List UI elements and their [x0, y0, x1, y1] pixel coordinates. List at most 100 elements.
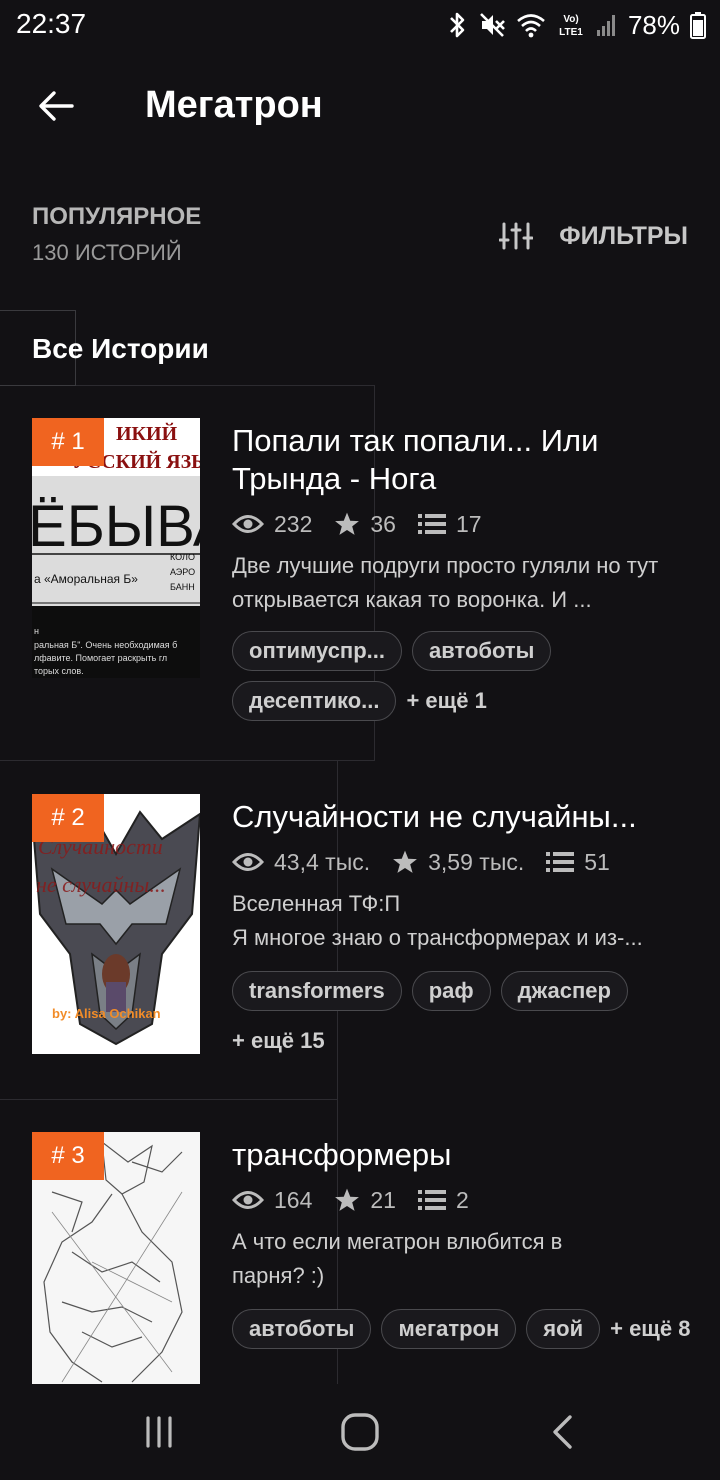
cover-text-quote: а «Аморальная Б» [34, 572, 138, 586]
nav-back-icon [553, 1415, 572, 1449]
story-description-line2: Я многое знаю о трансформерах и из-... [232, 925, 643, 950]
votes-count: 36 [370, 510, 396, 537]
story-cover[interactable]: # 3 [32, 1132, 200, 1384]
back-button[interactable] [30, 82, 82, 130]
stat-votes: 3,59 тыс. [392, 849, 524, 876]
cover-text-side3: БАНН [170, 582, 195, 592]
story-description: Две лучшие подруги просто гуляли но тут … [232, 553, 659, 612]
cover-text-side1: КОЛО [170, 552, 195, 562]
tag-chip[interactable]: transformers [232, 971, 402, 1011]
eye-icon [232, 853, 264, 871]
tag-chip[interactable]: автоботы [412, 631, 552, 671]
votes-count: 3,59 тыс. [428, 848, 525, 875]
bluetooth-icon [450, 12, 465, 38]
tag-chip[interactable]: мегатрон [381, 1309, 517, 1349]
divider [0, 760, 375, 761]
divider [76, 385, 375, 386]
stat-parts: 2 [417, 1186, 469, 1214]
parts-count: 2 [455, 1186, 469, 1213]
filters-label: ФИЛЬТРЫ [559, 221, 688, 250]
section-title[interactable]: Все Истории [32, 333, 209, 365]
tag-chip[interactable]: десептико... [232, 681, 397, 721]
cover-text-big: ЁБЫВА [32, 494, 200, 559]
cover-byline: by: Alisa Ochikan [52, 1006, 161, 1021]
views-count: 164 [274, 1186, 313, 1213]
more-tags-button[interactable]: + ещё 8 [610, 1309, 690, 1349]
app-bar: Мегатрон [0, 60, 720, 152]
nav-back-button[interactable] [532, 1410, 592, 1454]
star-icon [335, 512, 360, 535]
views-count: 43,4 тыс. [274, 848, 371, 875]
lte-icon: Vo) LTE1 [559, 14, 583, 38]
stat-views: 43,4 тыс. [232, 849, 370, 876]
list-icon [417, 514, 446, 534]
stat-parts: 17 [417, 510, 482, 538]
tag-list: transformers раф джаспер + ещё 15 [232, 971, 692, 1061]
eye-icon [232, 1191, 264, 1209]
story-item[interactable]: ИКИЙ УССКИЙ ЯЗЫК! ЁБЫВА а «Аморальная Б»… [0, 418, 720, 738]
status-time: 22:37 [16, 8, 87, 39]
stat-views: 164 [232, 1187, 312, 1214]
recents-icon [146, 1416, 172, 1448]
story-cover[interactable]: Случайности не случайны... by: Alisa Och… [32, 794, 200, 1054]
mute-icon [480, 13, 505, 37]
battery-icon [690, 12, 706, 39]
tag-list: оптимуспр... автоботы десептико... + ещё… [232, 631, 692, 721]
tag-chip[interactable]: раф [411, 971, 491, 1011]
home-icon [341, 1413, 379, 1451]
story-stats: 43,4 тыс. 3,59 тыс. 51 [232, 845, 610, 879]
cover-text-side2: АЭРО [170, 567, 195, 577]
home-button[interactable] [330, 1410, 390, 1454]
parts-count: 17 [455, 510, 482, 537]
stat-views: 232 [232, 511, 312, 538]
tag-chip[interactable]: автоботы [232, 1309, 372, 1349]
tag-chip[interactable]: оптимуспр... [232, 631, 402, 671]
stat-parts: 51 [546, 849, 610, 876]
tag-chip[interactable]: яой [526, 1309, 601, 1349]
lte-label-bottom: LTE1 [559, 27, 583, 38]
rank-badge: # 2 [32, 794, 104, 842]
system-nav-bar [0, 1384, 720, 1480]
star-icon [335, 1188, 360, 1211]
arrow-left-icon [39, 91, 74, 121]
cover-text-line2: не случайны... [36, 872, 166, 897]
rank-badge: # 3 [32, 1132, 104, 1180]
more-tags-button[interactable]: + ещё 1 [406, 681, 486, 721]
story-item[interactable]: Случайности не случайны... by: Alisa Och… [0, 794, 720, 1074]
cover-text-foot2: ральная Б". Очень необходимая б [34, 640, 177, 650]
more-tags-button[interactable]: + ещё 15 [232, 1021, 325, 1061]
star-icon [393, 850, 418, 873]
story-count: 130 ИСТОРИЙ [32, 240, 182, 265]
cover-text-foot4: торых слов. [34, 666, 84, 676]
story-stats: 232 36 17 [232, 507, 482, 541]
sort-label[interactable]: ПОПУЛЯРНОЕ [32, 203, 201, 231]
views-count: 232 [274, 510, 313, 537]
eye-icon [232, 515, 264, 533]
battery-percent: 78% [627, 9, 680, 40]
status-icons: Vo) LTE1 78% [448, 8, 706, 42]
story-title[interactable]: Попали так попали... Или Трында - Нога [232, 422, 692, 498]
story-stats: 164 21 2 [232, 1183, 469, 1217]
list-icon [417, 1190, 446, 1210]
story-description-line1: Вселенная ТФ:П [232, 891, 401, 916]
story-description: А что если мегатрон влюбится в парня? :) [232, 1229, 563, 1288]
story-cover[interactable]: ИКИЙ УССКИЙ ЯЗЫК! ЁБЫВА а «Аморальная Б»… [32, 418, 200, 678]
tag-chip[interactable]: джаспер [500, 971, 628, 1011]
story-title[interactable]: трансформеры [232, 1136, 692, 1174]
signal-icon [596, 15, 615, 36]
stat-votes: 36 [334, 511, 396, 538]
screen: 22:37 Vo) LTE1 78% Мегатрон ПОПУЛЯРНОЕ 1… [0, 0, 720, 1480]
sliders-icon [499, 222, 534, 250]
story-title[interactable]: Случайности не случайны... [232, 798, 692, 836]
tag-list: автоботы мегатрон яой + ещё 8 [232, 1309, 692, 1349]
stat-votes: 21 [334, 1187, 396, 1214]
list-icon [546, 852, 575, 872]
lte-label-top: Vo) [563, 14, 578, 25]
cover-text-foot3: лфавите. Помогает раскрыть гл [34, 653, 167, 663]
rank-badge: # 1 [32, 418, 104, 466]
story-item[interactable]: # 3 трансформеры 164 21 2 А что если мег… [0, 1132, 720, 1384]
divider [0, 1099, 338, 1100]
page-title: Мегатрон [145, 84, 323, 126]
recents-button[interactable] [129, 1410, 189, 1454]
filters-button[interactable]: ФИЛЬТРЫ [499, 216, 688, 256]
